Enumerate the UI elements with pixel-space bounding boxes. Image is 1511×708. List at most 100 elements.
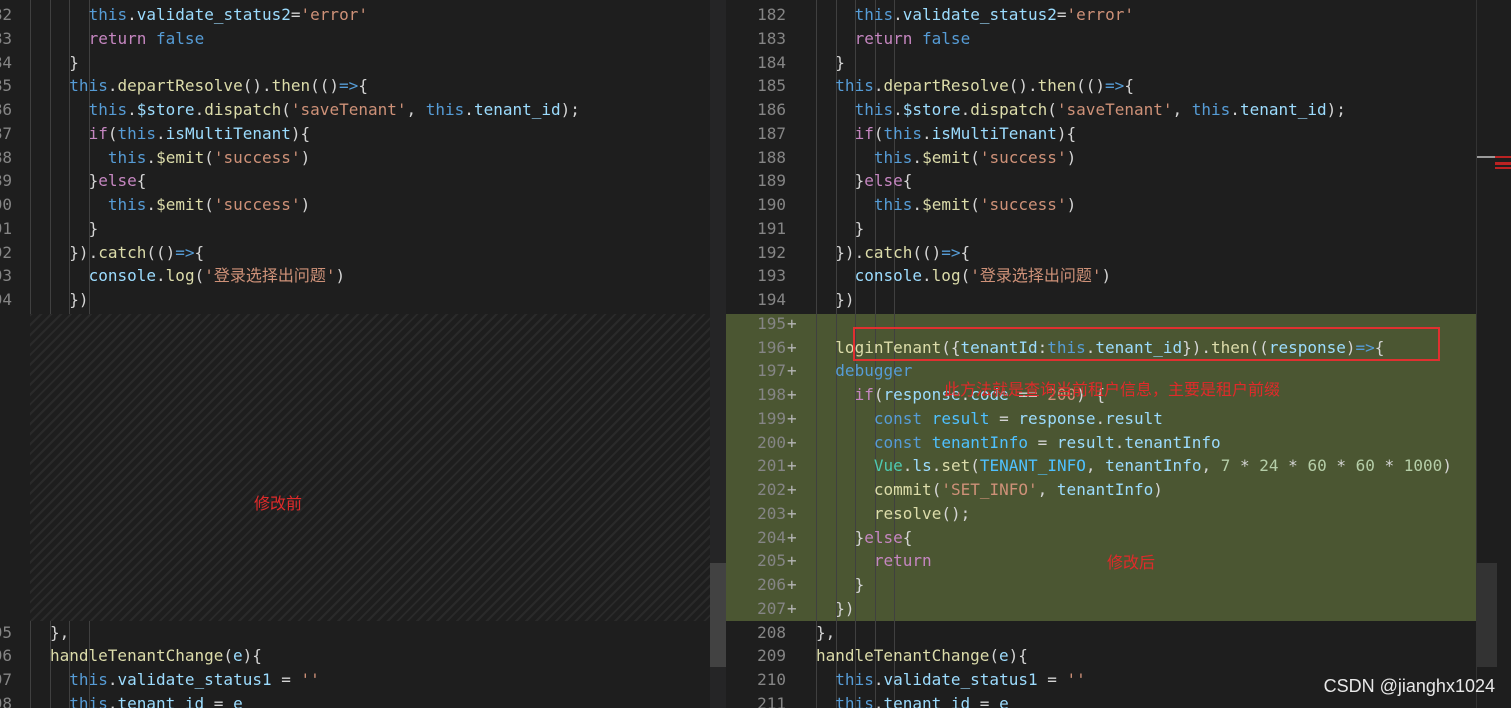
- code-token: $store: [136, 100, 195, 119]
- code-token: }): [69, 290, 89, 309]
- code-token: },: [816, 622, 836, 642]
- right-scrollbar[interactable]: [1476, 0, 1511, 708]
- line-number: 197: [757, 361, 786, 381]
- diff-marker: +: [787, 456, 797, 476]
- code-token: result: [931, 408, 990, 428]
- code-token: (: [970, 456, 980, 476]
- code-token: 'SET_INFO': [941, 480, 1038, 499]
- code-token: 'success': [979, 195, 1067, 214]
- line-number: 187: [757, 123, 786, 143]
- line-number: 206: [757, 575, 786, 594]
- code-token: .: [960, 100, 971, 119]
- code-token: ): [1101, 266, 1112, 286]
- code-token: this: [107, 195, 147, 214]
- code-token: .: [902, 456, 913, 476]
- diff-removed-placeholder: [30, 314, 710, 621]
- code-token: TENANT_INFO: [979, 456, 1086, 476]
- code-token: }: [88, 171, 99, 191]
- code-token: .: [893, 100, 903, 119]
- line-number: 190: [757, 195, 786, 214]
- code-token: (: [223, 646, 234, 666]
- diff-marker: +: [787, 480, 797, 499]
- code-token: .: [922, 123, 932, 143]
- code-token: }): [835, 290, 855, 309]
- diff-marker: +: [787, 337, 797, 357]
- code-token: this: [88, 100, 128, 119]
- code-token: 60: [1355, 456, 1375, 476]
- code-token: {: [902, 527, 913, 547]
- code-token: *: [1326, 456, 1356, 476]
- code-token: resolve: [873, 503, 942, 523]
- code-token: }: [854, 575, 865, 594]
- line-number: 190: [0, 195, 12, 214]
- code-token: .: [912, 147, 923, 167]
- code-token: this: [69, 670, 108, 689]
- explain-label: 此方法就是查询当前租户信息，主要是租户前缀: [944, 380, 1281, 399]
- code-token: }).: [835, 242, 865, 262]
- code-token: result: [1056, 432, 1115, 452]
- left-scrollbar[interactable]: [710, 0, 726, 708]
- code-token: (: [204, 147, 214, 167]
- code-token: {: [136, 171, 147, 191]
- line-number: 188: [757, 147, 786, 167]
- code-token: validate_status1: [117, 670, 272, 689]
- code-text: }: [50, 51, 79, 75]
- code-token: e: [999, 693, 1009, 708]
- line-number: 205: [757, 551, 786, 571]
- line-number: 192: [757, 242, 786, 262]
- code-text: }: [816, 51, 845, 75]
- code-token: =: [1056, 5, 1067, 24]
- code-token: =: [290, 5, 301, 24]
- code-text: handleTenantChange(e){: [816, 644, 1028, 668]
- code-token: tenantInfo: [931, 432, 1029, 452]
- code-token: .: [1095, 408, 1106, 428]
- line-number: 182: [757, 5, 786, 24]
- right-scroll-thumb[interactable]: [1477, 563, 1497, 667]
- diff-marker: +: [787, 313, 797, 333]
- line-number: 203: [757, 503, 786, 523]
- code-token: '登录选择出问题': [970, 266, 1102, 286]
- code-token: then: [1037, 76, 1077, 96]
- line-number: 193: [0, 266, 12, 286]
- code-token: 'success': [213, 147, 301, 167]
- code-text: },: [50, 621, 69, 645]
- code-token: this: [117, 123, 157, 143]
- code-token: =: [1037, 670, 1067, 689]
- code-token: (: [989, 646, 1000, 666]
- code-token: validate_status1: [883, 670, 1038, 689]
- code-token: =: [204, 693, 234, 708]
- line-number: 194: [757, 290, 786, 309]
- before-label: 修改前: [254, 494, 303, 513]
- left-scroll-thumb[interactable]: [710, 563, 726, 667]
- code-text: this.$emit('success'): [816, 193, 1076, 217]
- code-token: (: [107, 123, 118, 143]
- code-token: ((): [1076, 76, 1106, 96]
- code-text: this.$emit('success'): [50, 193, 310, 217]
- code-token: ,: [1201, 456, 1221, 476]
- diff-marker: +: [787, 385, 797, 404]
- code-text: this.validate_status2='error': [50, 3, 368, 27]
- code-token: return: [873, 551, 932, 571]
- code-text: }: [50, 217, 99, 241]
- code-text: }): [816, 597, 854, 621]
- code-token: this: [835, 670, 874, 689]
- line-number: 185: [0, 76, 12, 96]
- code-token: =: [989, 408, 1019, 428]
- code-token: const: [873, 432, 932, 452]
- code-token: this: [835, 76, 874, 96]
- code-token: =>: [941, 242, 961, 262]
- code-text: this.validate_status2='error': [816, 3, 1134, 27]
- code-token: (: [204, 195, 214, 214]
- left-editor-pane[interactable]: 182this.validate_status2='error'183retur…: [0, 0, 710, 708]
- code-token: e: [233, 646, 243, 666]
- code-token: (: [873, 385, 884, 404]
- right-editor-pane[interactable]: 182 this.validate_status2='error' 183 retur…: [726, 0, 1511, 708]
- code-token: ((): [912, 242, 942, 262]
- code-token: .: [156, 266, 166, 286]
- code-text: this.departResolve().then(()=>{: [50, 74, 368, 98]
- code-token: ): [300, 147, 311, 167]
- code-token: log: [931, 266, 961, 286]
- code-token: (: [970, 195, 980, 214]
- code-token: ,: [1085, 456, 1106, 476]
- line-number: 188: [0, 147, 12, 167]
